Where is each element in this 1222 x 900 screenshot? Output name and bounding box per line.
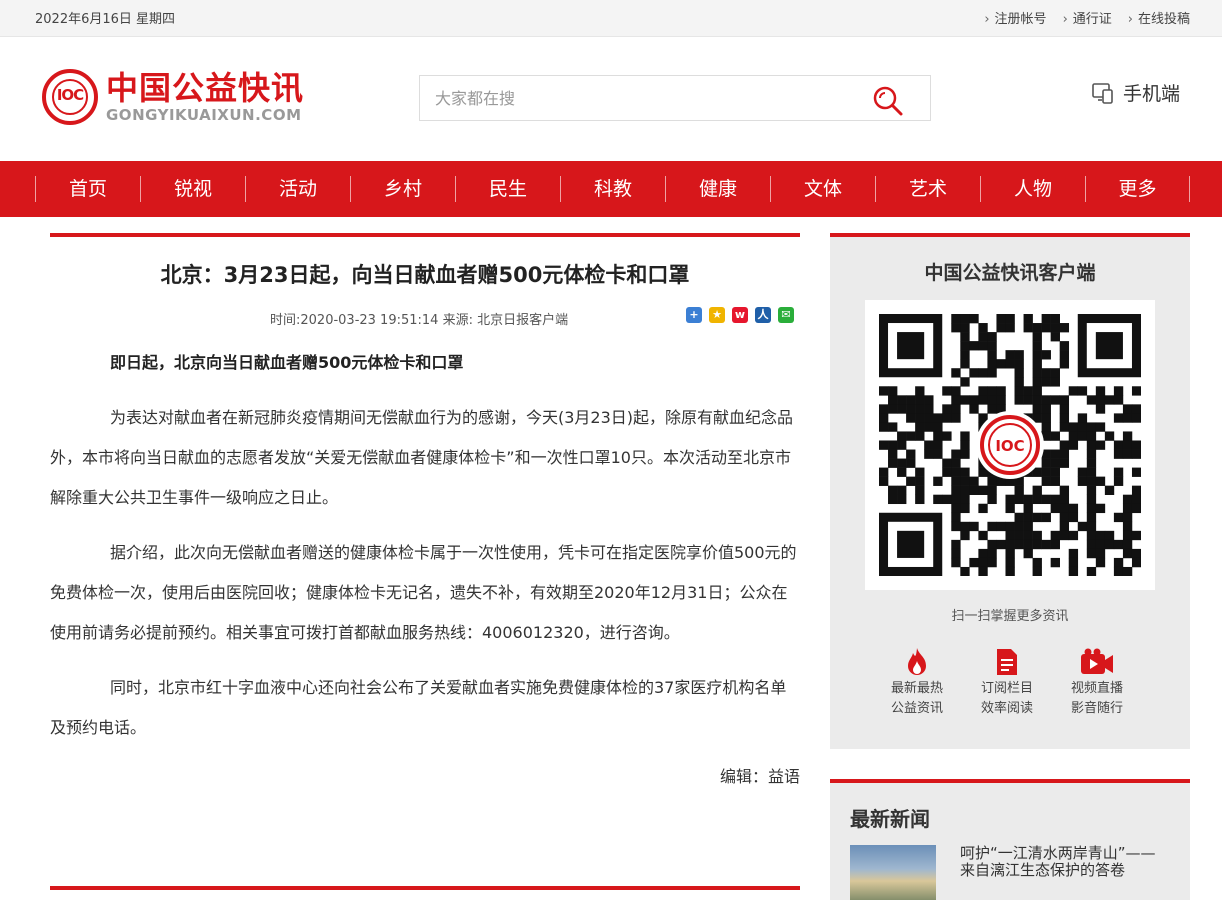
article: 北京：3月23日起，向当日献血者赠500元体检卡和口罩 时间:2020-03-2… <box>50 233 800 787</box>
logo-chinese-name: 中国公益快讯 <box>106 69 305 107</box>
feature-hot-news[interactable]: 最新最热 公益资讯 <box>885 645 949 719</box>
nav-home[interactable]: 首页 <box>35 176 140 202</box>
passport-link[interactable]: 通行证 <box>1063 8 1112 27</box>
nav-culture-sports[interactable]: 文体 <box>770 176 875 202</box>
latest-news-title: 最新新闻 <box>850 807 930 831</box>
nav-rural[interactable]: 乡村 <box>350 176 455 202</box>
qr-code-icon: IOC <box>879 314 1141 576</box>
article-paragraph: 据介绍，此次向无偿献血者赠送的健康体检卡属于一次性使用，凭卡可在指定医院享价值5… <box>50 543 797 642</box>
article-editor: 编辑：益语 <box>719 767 800 786</box>
mobile-devices-icon <box>1092 82 1113 104</box>
submit-article-link[interactable]: 在线投稿 <box>1128 8 1190 27</box>
article-lead: 即日起，北京向当日献血者赠500元体检卡和口罩 <box>110 353 464 372</box>
article-title: 北京：3月23日起，向当日献血者赠500元体检卡和口罩 <box>160 263 690 287</box>
site-logo[interactable]: IOC 中国公益快讯 GONGYIKUAIXUN.COM <box>42 69 304 125</box>
site-header: IOC 中国公益快讯 GONGYIKUAIXUN.COM 手机端 <box>0 37 1222 161</box>
search-box <box>419 75 931 121</box>
scan-tip: 扫一扫掌握更多资讯 <box>951 609 1069 624</box>
article-meta: 时间:2020-03-23 19:51:14 来源: 北京日报客户端 + ★ w… <box>50 305 800 329</box>
logo-emblem-icon: IOC <box>42 69 98 125</box>
video-icon <box>1081 648 1113 674</box>
latest-news-panel: 最新新闻 呵护“一江清水两岸青山”——来自漓江生态保护的答卷 <box>830 779 1190 900</box>
main-nav: 首页 锐视 活动 乡村 民生 科教 健康 文体 艺术 人物 更多 <box>0 161 1222 217</box>
feature-subscribe[interactable]: 订阅栏目 效率阅读 <box>975 645 1039 719</box>
nav-people[interactable]: 人物 <box>980 176 1085 202</box>
app-panel-title: 中国公益快讯客户端 <box>924 262 1096 284</box>
nav-science-education[interactable]: 科教 <box>560 176 665 202</box>
nav-activities[interactable]: 活动 <box>245 176 350 202</box>
article-bottom-divider <box>50 886 800 890</box>
svg-text:IOC: IOC <box>995 437 1024 455</box>
current-date: 2022年6月16日 星期四 <box>35 12 176 27</box>
nav-livelihood[interactable]: 民生 <box>455 176 560 202</box>
app-features: 最新最热 公益资讯 订阅栏目 效率阅读 视频直播 影音随行 <box>885 645 1129 719</box>
register-link[interactable]: 注册帐号 <box>984 8 1047 27</box>
search-input[interactable] <box>420 76 850 120</box>
mobile-version-link[interactable]: 手机端 <box>1091 79 1180 106</box>
news-item[interactable]: 呵护“一江清水两岸青山”——来自漓江生态保护的答卷 <box>850 845 1180 900</box>
app-download-panel: 中国公益快讯客户端 IOC 扫一扫掌握更多资讯 最新最热 公益资讯 订阅栏目 效… <box>830 233 1190 749</box>
app-qr-code: IOC <box>865 300 1155 590</box>
top-links: 注册帐号 通行证 在线投稿 <box>984 8 1190 27</box>
share-renren-icon[interactable]: 人 <box>755 307 771 323</box>
nav-health[interactable]: 健康 <box>665 176 770 202</box>
share-weibo-icon[interactable]: w <box>732 307 748 323</box>
nav-more[interactable]: 更多 <box>1085 176 1190 202</box>
share-bar: + ★ w 人 ✉ <box>686 307 794 323</box>
logo-domain: GONGYIKUAIXUN.COM <box>106 106 302 124</box>
share-more-icon[interactable]: + <box>686 307 702 323</box>
top-bar: 2022年6月16日 星期四 注册帐号 通行证 在线投稿 <box>0 0 1222 37</box>
feature-video-live[interactable]: 视频直播 影音随行 <box>1065 645 1129 719</box>
news-item-title: 呵护“一江清水两岸青山”——来自漓江生态保护的答卷 <box>960 844 1156 879</box>
share-qzone-icon[interactable]: ★ <box>709 307 725 323</box>
flame-icon <box>908 648 926 675</box>
article-body: 即日起，北京向当日献血者赠500元体检卡和口罩 为表达对献血者在新冠肺炎疫情期间… <box>50 343 800 748</box>
nav-ruishi[interactable]: 锐视 <box>140 176 245 202</box>
article-paragraph: 为表达对献血者在新冠肺炎疫情期间无偿献血行为的感谢，今天(3月23日)起，除原有… <box>50 408 794 507</box>
news-thumbnail <box>850 845 936 900</box>
article-time-source: 时间:2020-03-23 19:51:14 来源: 北京日报客户端 <box>270 313 569 328</box>
nav-art[interactable]: 艺术 <box>875 176 980 202</box>
article-paragraph: 同时，北京市红十字血液中心还向社会公布了关爱献血者实施免费健康体检的37家医疗机… <box>50 678 787 737</box>
search-icon <box>873 86 903 116</box>
search-button[interactable] <box>872 85 904 117</box>
document-icon <box>997 649 1017 675</box>
share-wechat-icon[interactable]: ✉ <box>778 307 794 323</box>
